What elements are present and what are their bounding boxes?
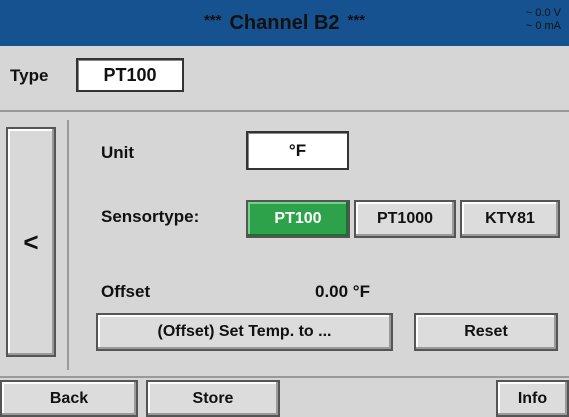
channel-title: Channel B2 (229, 11, 340, 34)
unit-field[interactable]: °F (246, 131, 349, 170)
current-readout: ~ 0 mA (525, 20, 561, 32)
panel-divider (67, 120, 69, 370)
info-button[interactable]: Info (496, 380, 569, 417)
voltage-readout: ~ 0.0 V (525, 7, 561, 19)
sensortype-pt1000-button[interactable]: PT1000 (354, 200, 456, 238)
sensortype-label: Sensortype: (101, 207, 200, 226)
previous-page-button[interactable]: < (6, 127, 56, 357)
type-label: Type (10, 66, 49, 85)
title-stars-left: *** (203, 11, 222, 29)
store-button[interactable]: Store (146, 380, 280, 417)
signal-status: ~ 0.0 V ~ 0 mA (526, 7, 561, 33)
back-button[interactable]: Back (0, 380, 138, 417)
reset-button[interactable]: Reset (414, 313, 558, 351)
set-offset-temp-button[interactable]: (Offset) Set Temp. to ... (96, 313, 393, 351)
offset-label: Offset (101, 282, 151, 301)
type-field[interactable]: PT100 (76, 58, 184, 92)
title-stars-right: *** (347, 11, 366, 29)
unit-label: Unit (101, 143, 135, 162)
offset-value: 0.00 °F (315, 282, 370, 301)
sensortype-kty81-button[interactable]: KTY81 (460, 200, 560, 238)
page-title: *** Channel B2 *** (0, 0, 569, 46)
sensortype-pt100-button[interactable]: PT100 (246, 200, 350, 238)
